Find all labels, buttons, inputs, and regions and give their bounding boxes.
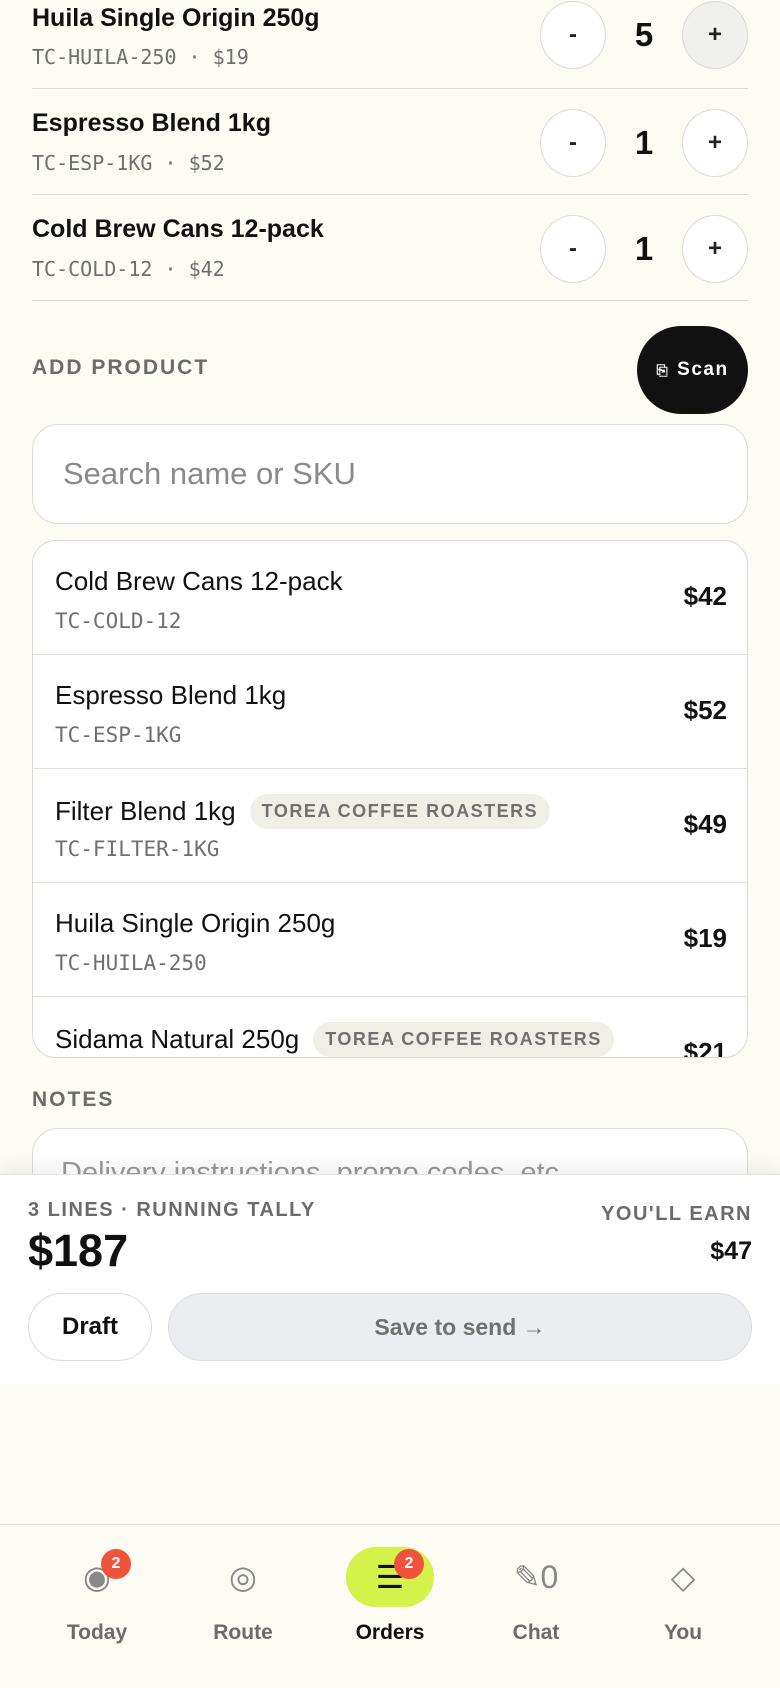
cart-line-name: Huila Single Origin 250g — [32, 4, 320, 32]
cart-line: Cold Brew Cans 12-pack TC-COLD-12 · $42 … — [32, 195, 748, 301]
quantity-stepper: - 5 + — [540, 1, 748, 69]
order-total: $187 — [28, 1225, 129, 1276]
notification-badge: 2 — [394, 1549, 424, 1579]
tab-label: Orders — [355, 1621, 425, 1644]
notification-badge: 2 — [101, 1549, 131, 1579]
product-result-name: Espresso Blend 1kg — [55, 680, 287, 710]
product-result-title: Espresso Blend 1kg — [55, 680, 286, 711]
tab-icon-container: ◎ — [199, 1547, 287, 1607]
quantity-value: 5 — [634, 16, 654, 53]
cart-line-price: $42 — [188, 257, 225, 281]
cart-line-separator: · — [164, 257, 177, 281]
product-result-price: $21 — [683, 1037, 727, 1058]
product-result-name: Huila Single Origin 250g — [55, 908, 336, 938]
draft-button[interactable]: Draft — [28, 1293, 152, 1361]
profile-icon: ◇ — [670, 1559, 696, 1595]
decrease-qty-button[interactable]: - — [540, 109, 606, 177]
cart-line: Espresso Blend 1kg TC-ESP-1KG · $52 - 1 … — [32, 89, 748, 195]
cart-line-price: $19 — [212, 45, 249, 69]
tab-icon-container: ◇ — [639, 1547, 727, 1607]
cart-line: Huila Single Origin 250g TC-HUILA-250 · … — [32, 0, 748, 89]
cart-line-separator: · — [164, 151, 177, 175]
quantity-value: 1 — [634, 230, 654, 267]
tab-today[interactable]: ◉ 2 Today — [24, 1525, 170, 1665]
running-tally-label: 3 LINES · RUNNING TALLY — [28, 1199, 316, 1221]
product-result[interactable]: Huila Single Origin 250g TC-HUILA-250 $1… — [33, 883, 747, 997]
route-icon: ◎ — [229, 1559, 257, 1595]
tab-you[interactable]: ◇ You — [610, 1525, 756, 1665]
order-summary-footer: 3 LINES · RUNNING TALLY $187 YOU'LL EARN… — [0, 1174, 780, 1384]
cart-line-sku-price: TC-ESP-1KG · $52 — [32, 151, 225, 175]
increase-qty-button[interactable]: + — [682, 1, 748, 69]
cart-line-name: Espresso Blend 1kg — [32, 109, 271, 137]
save-to-send-button[interactable]: Save to send → — [168, 1293, 752, 1361]
product-result-name: Cold Brew Cans 12-pack — [55, 566, 343, 596]
tab-label: Route — [213, 1621, 273, 1644]
product-result-title: Huila Single Origin 250g — [55, 908, 335, 939]
tab-label: Chat — [512, 1621, 560, 1644]
tab-label: You — [663, 1621, 703, 1644]
chat-icon: ✎0 — [513, 1559, 559, 1595]
product-result-title: Sidama Natural 250g TOREA COFFEE ROASTER… — [55, 1022, 614, 1057]
tab-label: Today — [66, 1621, 128, 1644]
product-result-price: $49 — [683, 809, 727, 839]
increase-qty-button[interactable]: + — [682, 109, 748, 177]
cart-line-name: Cold Brew Cans 12-pack — [32, 215, 324, 243]
product-result-price: $19 — [683, 923, 727, 953]
increase-qty-button[interactable]: + — [682, 215, 748, 283]
product-result[interactable]: Sidama Natural 250g TOREA COFFEE ROASTER… — [33, 997, 747, 1058]
scan-button[interactable]: ⎘ Scan — [637, 326, 748, 414]
product-result-sku: TC-HUILA-250 — [55, 951, 207, 975]
notes-label: NOTES — [32, 1088, 115, 1111]
product-result[interactable]: Filter Blend 1kg TOREA COFFEE ROASTERS T… — [33, 769, 747, 883]
scan-button-label: Scan — [677, 359, 729, 380]
vendor-badge: TOREA COFFEE ROASTERS — [313, 1022, 614, 1057]
cart-line-sku: TC-COLD-12 — [32, 257, 153, 281]
product-result-sku: TC-ESP-1KG — [55, 723, 182, 747]
cart-lines: Huila Single Origin 250g TC-HUILA-250 · … — [32, 0, 748, 301]
tab-chat[interactable]: ✎0 Chat — [463, 1525, 609, 1665]
product-search-input[interactable] — [32, 424, 748, 524]
product-result-title: Cold Brew Cans 12-pack — [55, 566, 343, 597]
product-result-name: Filter Blend 1kg — [55, 796, 236, 826]
product-result-sku: TC-COLD-12 — [55, 609, 182, 633]
product-result-sku: TC-FILTER-1KG — [55, 837, 220, 861]
product-result-title: Filter Blend 1kg TOREA COFFEE ROASTERS — [55, 794, 551, 829]
product-result[interactable]: Espresso Blend 1kg TC-ESP-1KG $52 — [33, 655, 747, 769]
product-results-list[interactable]: Cold Brew Cans 12-pack TC-COLD-12 $42 Es… — [32, 540, 748, 1058]
cart-line-sku-price: TC-HUILA-250 · $19 — [32, 45, 249, 69]
cart-line-separator: · — [188, 45, 201, 69]
product-result-price: $52 — [683, 695, 727, 725]
tab-route[interactable]: ◎ Route — [170, 1525, 316, 1665]
decrease-qty-button[interactable]: - — [540, 1, 606, 69]
product-result[interactable]: Cold Brew Cans 12-pack TC-COLD-12 $42 — [33, 541, 747, 655]
clipboard-icon: ⎘ — [656, 361, 670, 378]
quantity-stepper: - 1 + — [540, 109, 748, 177]
vendor-badge: TOREA COFFEE ROASTERS — [249, 794, 551, 829]
cart-line-price: $52 — [188, 151, 225, 175]
quantity-value: 1 — [634, 124, 654, 161]
product-result-name: Sidama Natural 250g — [55, 1024, 300, 1054]
decrease-qty-button[interactable]: - — [540, 215, 606, 283]
tab-icon-container: ✎0 — [492, 1547, 580, 1607]
tab-orders[interactable]: ☰ 2 Orders — [317, 1525, 463, 1665]
cart-line-sku-price: TC-COLD-12 · $42 — [32, 257, 225, 281]
cart-line-sku: TC-ESP-1KG — [32, 151, 153, 175]
earnings-value: $47 — [710, 1237, 752, 1265]
earnings-label: YOU'LL EARN — [601, 1203, 752, 1225]
bottom-tab-bar: ◉ 2 Today ◎ Route ☰ 2 Orders ✎0 Chat ◇ Y… — [0, 1524, 780, 1688]
cart-line-sku: TC-HUILA-250 — [32, 45, 177, 69]
add-product-label: ADD PRODUCT — [32, 356, 210, 379]
quantity-stepper: - 1 + — [540, 215, 748, 283]
product-result-price: $42 — [683, 581, 727, 611]
